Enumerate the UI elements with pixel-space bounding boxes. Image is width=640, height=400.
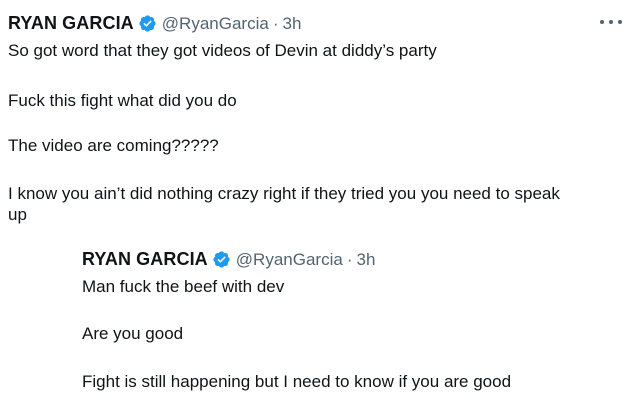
tweet-text-line: The video are coming????? bbox=[8, 136, 219, 155]
reply-timestamp[interactable]: 3h bbox=[356, 250, 375, 270]
reply-author-handle[interactable]: @RyanGarcia bbox=[236, 250, 343, 270]
author-handle[interactable]: @RyanGarcia bbox=[162, 14, 269, 34]
tweet-text-line: I know you ain’t did nothing crazy right… bbox=[8, 184, 560, 203]
more-dot bbox=[609, 20, 613, 24]
tweet-text-line: Fuck this fight what did you do bbox=[8, 91, 237, 110]
timestamp[interactable]: 3h bbox=[282, 14, 301, 34]
separator-dot: · bbox=[272, 13, 279, 33]
separator-dot: · bbox=[346, 249, 353, 269]
more-horizontal-icon[interactable] bbox=[600, 16, 622, 28]
verified-badge-icon bbox=[139, 15, 156, 32]
more-dot bbox=[618, 20, 622, 24]
tweet-header: RYAN GARCIA @RyanGarcia · 3h bbox=[8, 13, 301, 34]
reply-text-line: Are you good bbox=[82, 324, 184, 343]
tweet-card: RYAN GARCIA @RyanGarcia · 3h So got word… bbox=[0, 0, 640, 400]
reply-author-name[interactable]: RYAN GARCIA bbox=[82, 249, 208, 270]
tweet-text-line: up bbox=[8, 205, 27, 224]
verified-badge-icon bbox=[213, 251, 230, 268]
more-dot bbox=[600, 20, 604, 24]
reply-header: RYAN GARCIA @RyanGarcia · 3h bbox=[82, 249, 375, 270]
author-name[interactable]: RYAN GARCIA bbox=[8, 13, 134, 34]
tweet-text-line: So got word that they got videos of Devi… bbox=[8, 41, 437, 60]
reply-text-line: Man fuck the beef with dev bbox=[82, 277, 285, 296]
reply-text-line: Fight is still happening but I need to k… bbox=[82, 372, 512, 391]
